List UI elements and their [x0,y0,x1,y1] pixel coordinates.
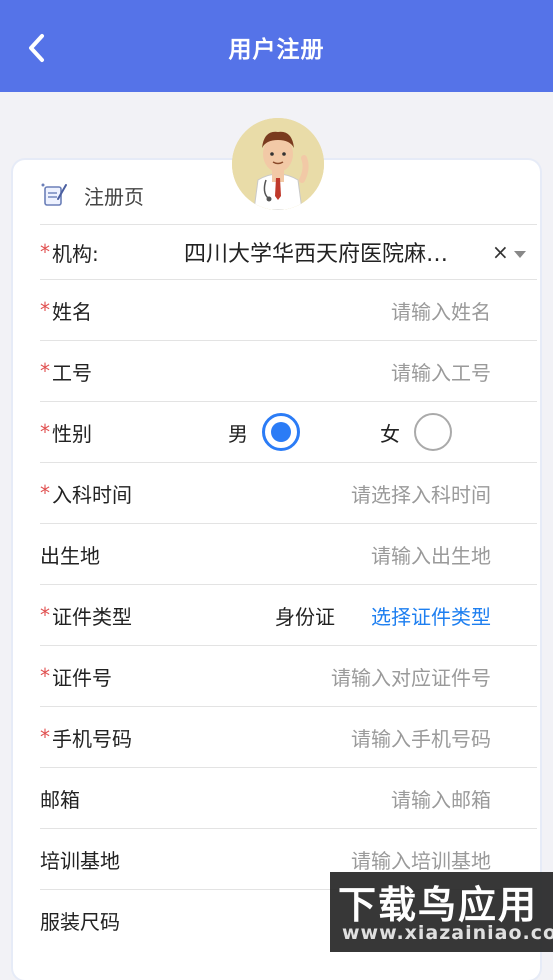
join-date-picker[interactable]: 请选择入科时间 [351,479,491,508]
name-label: 姓名 [52,299,92,324]
uniform-size-label: 服装尺码 [40,909,120,934]
watermark-url: www.xiazainiao.com [342,922,553,944]
clear-institution-button[interactable]: × [492,240,509,264]
institution-label: 机构: [52,241,99,266]
employee-id-input[interactable]: 请输入工号 [391,357,491,386]
name-row[interactable]: * 姓名 请输入姓名 [40,279,537,340]
email-label: 邮箱 [40,787,80,812]
join-date-label: 入科时间 [52,482,132,507]
phone-input[interactable]: 请输入手机号码 [351,723,491,752]
top-app-bar: 用户注册 [0,0,553,92]
id-number-row[interactable]: * 证件号 请输入对应证件号 [40,645,537,706]
email-row[interactable]: 邮箱 请输入邮箱 [40,767,537,828]
training-base-input[interactable]: 请输入培训基地 [351,845,491,874]
card-heading: 注册页 [40,178,144,212]
name-input[interactable]: 请输入姓名 [391,296,491,325]
birthplace-label: 出生地 [40,543,100,568]
phone-label: 手机号码 [52,726,132,751]
required-mark: * [40,664,50,688]
required-mark: * [40,240,50,264]
required-mark: * [40,725,50,749]
watermark-logo: 下载鸟应用 www.xiazainiao.com [330,872,553,952]
id-type-value: 身份证 [275,604,335,629]
select-id-type-link[interactable]: 选择证件类型 [371,601,491,630]
page-title: 用户注册 [228,37,325,63]
gender-male-radio[interactable] [262,413,300,451]
institution-row[interactable]: * 机构: 四川大学华西天府医院麻… × [40,224,537,279]
gender-male-label: 男 [228,421,248,446]
watermark-title: 下载鸟应用 [338,883,539,927]
id-number-input[interactable]: 请输入对应证件号 [331,662,491,691]
join-date-row[interactable]: * 入科时间 请选择入科时间 [40,462,537,523]
institution-value[interactable]: 四川大学华西天府医院麻… [184,236,448,268]
required-mark: * [40,420,50,444]
doctor-illustration-icon [232,118,324,210]
radio-dot-icon [271,422,291,442]
gender-male-option[interactable]: 男 [228,413,300,451]
required-mark: * [40,359,50,383]
id-type-row: * 证件类型 身份证 选择证件类型 [40,584,537,645]
required-mark: * [40,603,50,627]
id-type-label: 证件类型 [52,604,132,629]
card-heading-label: 注册页 [84,184,144,209]
doctor-avatar [232,118,324,210]
required-mark: * [40,298,50,322]
gender-row: * 性别 男 女 [40,401,537,462]
gender-female-option[interactable]: 女 [380,413,452,451]
gender-female-radio[interactable] [414,413,452,451]
gender-label: 性别 [52,421,92,446]
employee-id-row[interactable]: * 工号 请输入工号 [40,340,537,401]
id-number-label: 证件号 [52,665,112,690]
dropdown-arrow-icon[interactable] [514,251,526,258]
phone-row[interactable]: * 手机号码 请输入手机号码 [40,706,537,767]
required-mark: * [40,481,50,505]
training-base-label: 培训基地 [40,848,120,873]
birthplace-row[interactable]: 出生地 请输入出生地 [40,523,537,584]
employee-id-label: 工号 [52,360,92,385]
scroll-pen-icon [41,183,67,206]
email-input[interactable]: 请输入邮箱 [391,784,491,813]
birthplace-input[interactable]: 请输入出生地 [371,540,491,569]
gender-female-label: 女 [380,421,400,446]
